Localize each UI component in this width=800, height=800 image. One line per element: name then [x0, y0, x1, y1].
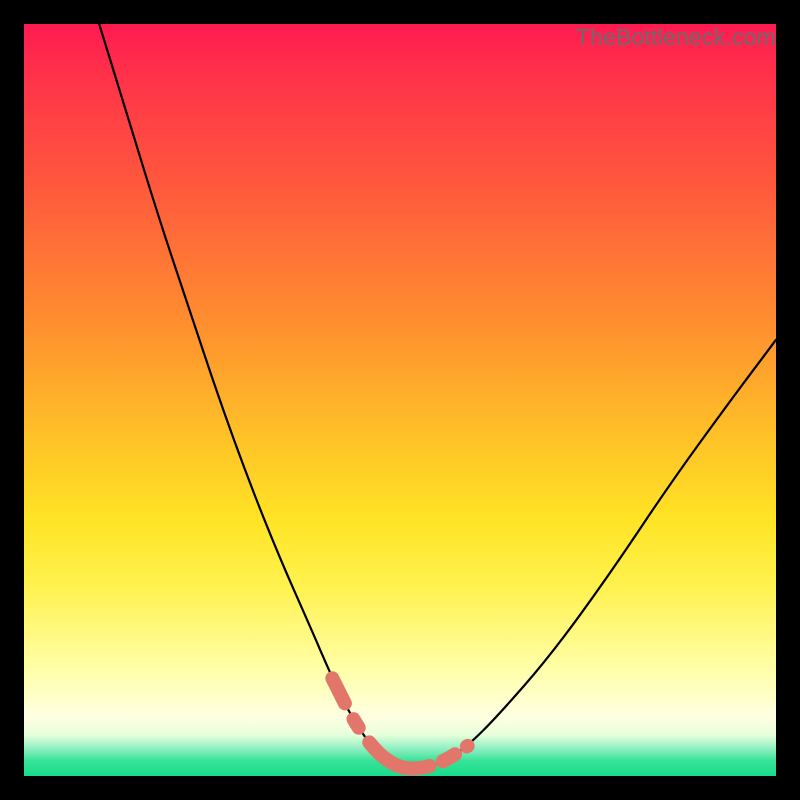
curve-layer	[24, 24, 776, 776]
highlight-segment	[332, 678, 467, 768]
chart-background	[24, 24, 776, 776]
bottleneck-curve	[99, 24, 776, 768]
watermark-text: TheBottleneck.com	[576, 24, 776, 51]
